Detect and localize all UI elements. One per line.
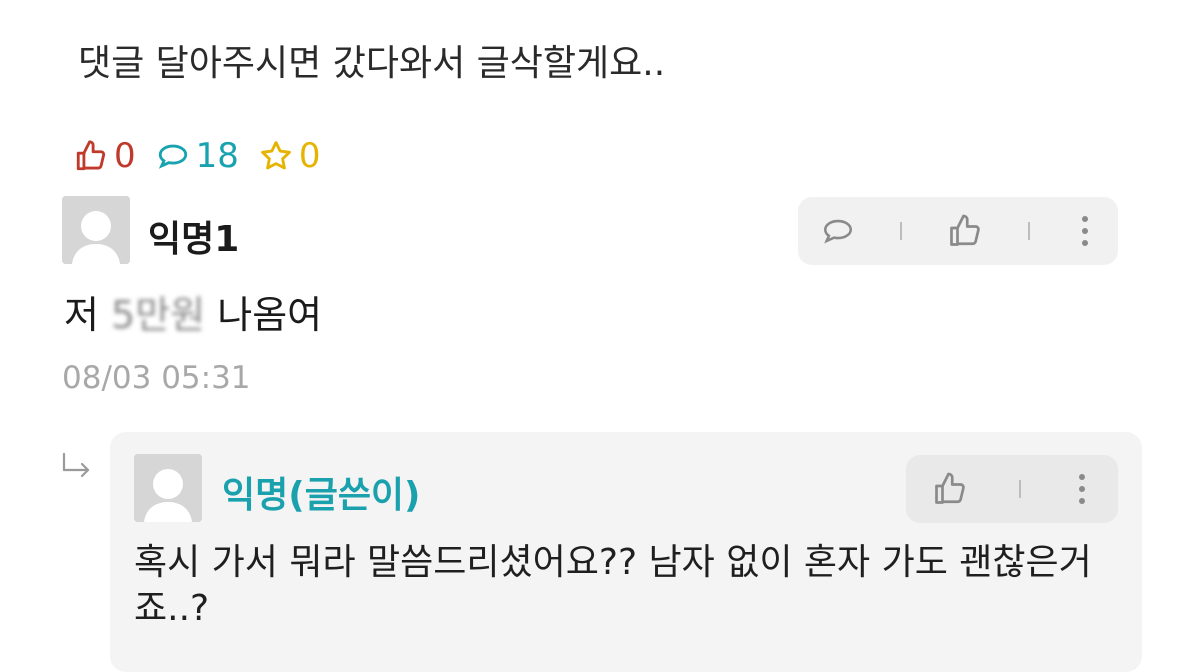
thumbs-up-icon[interactable] — [932, 471, 968, 507]
divider — [1018, 480, 1021, 498]
thumbs-up-icon[interactable] — [947, 213, 983, 249]
scrap-stat[interactable]: 0 — [259, 136, 321, 176]
comment-actions — [798, 197, 1118, 265]
comment-text-after: 나옴여 — [205, 293, 323, 337]
reply-actions — [906, 455, 1118, 523]
comment-author: 익명1 — [148, 219, 240, 260]
reply-author: 익명(글쓴이) — [222, 475, 421, 516]
more-options-icon[interactable] — [1075, 213, 1095, 249]
default-avatar-icon — [134, 454, 202, 522]
divider — [1028, 222, 1031, 240]
comment-count: 18 — [195, 136, 239, 176]
divider — [899, 222, 902, 240]
default-avatar-icon — [62, 196, 130, 264]
avatar — [134, 454, 202, 522]
like-count: 0 — [114, 136, 136, 176]
comment-text-before: 저 — [64, 293, 112, 337]
reply-arrow-icon — [60, 452, 94, 486]
reply-text: 혹시 가서 뭐라 말씀드리셨어요?? 남자 없이 혼자 가도 괜찮은거죠..? — [134, 542, 1092, 629]
comment-text: 저 5만원 나옴여 — [64, 284, 322, 339]
like-stat[interactable]: 0 — [74, 136, 136, 176]
avatar — [62, 196, 130, 264]
thumbs-up-icon — [76, 140, 106, 171]
comment-stat[interactable]: 18 — [156, 136, 239, 176]
blurred-amount: 5만원 — [111, 293, 206, 337]
scrap-count: 0 — [298, 136, 321, 176]
more-options-icon[interactable] — [1072, 471, 1092, 507]
speech-bubble-icon — [158, 144, 187, 169]
reply-icon[interactable] — [821, 214, 855, 248]
post-stats: 0 18 0 — [74, 136, 341, 176]
star-icon — [261, 141, 291, 170]
post-body-text: 댓글 달아주시면 갔다와서 글삭할게요.. — [78, 43, 666, 84]
comment-timestamp: 08/03 05:31 — [62, 360, 251, 396]
